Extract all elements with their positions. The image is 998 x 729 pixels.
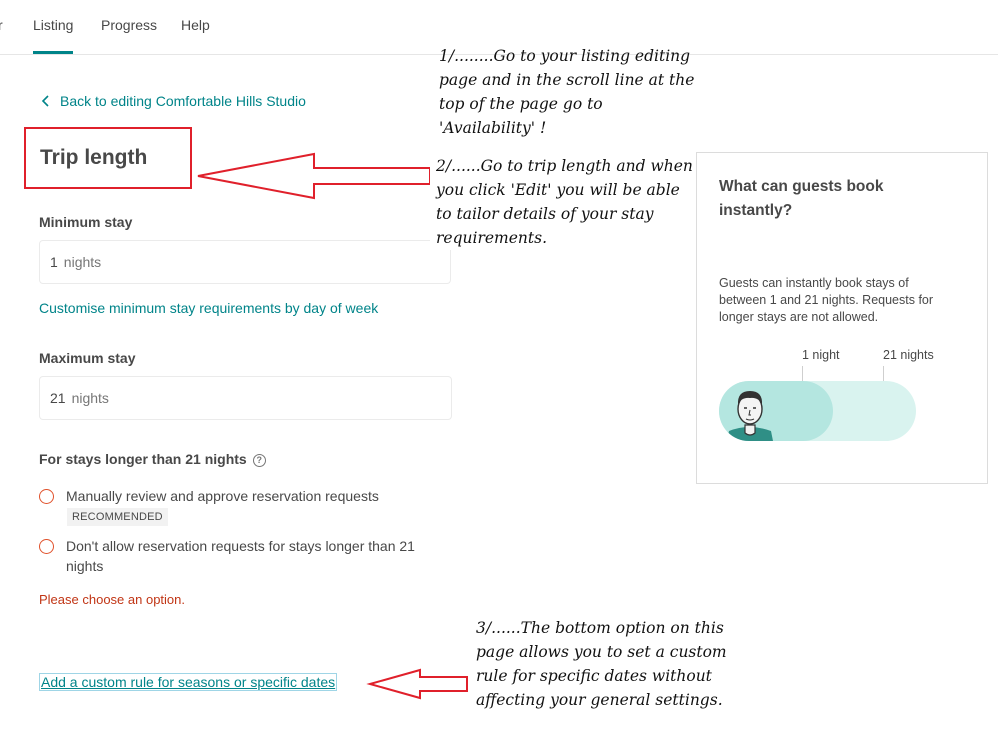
maximum-stay-value: 21 — [50, 390, 66, 406]
annotation-arrow-custom-rule — [366, 668, 468, 700]
option-manual-review-label: Manually review and approve reservation … — [66, 488, 379, 504]
minimum-stay-label: Minimum stay — [39, 214, 133, 230]
recommended-badge: RECOMMENDED — [67, 508, 168, 526]
option-dont-allow-label: Don't allow reservation requests for sta… — [66, 538, 415, 574]
maximum-stay-unit: nights — [71, 390, 109, 406]
max-tick — [883, 366, 884, 382]
min-nights-label: 1 night — [802, 348, 840, 362]
annotation-step-1: 1/........Go to your listing editing pag… — [439, 47, 695, 137]
radio-dont-allow[interactable] — [39, 539, 54, 554]
card-body: Guests can instantly book stays of betwe… — [719, 276, 934, 324]
annotation-arrow-trip-length — [197, 152, 431, 200]
min-tick — [802, 366, 803, 382]
stay-range-fill — [719, 381, 833, 441]
customise-min-stay-link[interactable]: Customise minimum stay requirements by d… — [39, 300, 378, 316]
longer-stays-label: For stays longer than 21 nights — [39, 451, 247, 467]
minimum-stay-unit: nights — [63, 254, 102, 270]
card-title: What can guests book instantly? — [719, 178, 884, 219]
annotation-step-3: 3/......The bottom option on this page a… — [476, 619, 727, 709]
radio-manual-review[interactable] — [39, 489, 54, 504]
annotation-step-2: 2/......Go to trip length and when you c… — [430, 154, 698, 250]
validation-error: Please choose an option. — [39, 592, 185, 607]
longer-stays-heading: For stays longer than 21 nights? — [39, 451, 266, 467]
maximum-stay-label: Maximum stay — [39, 350, 136, 366]
maximum-stay-input[interactable]: 21 nights — [39, 376, 452, 420]
max-nights-label: 21 nights — [883, 348, 934, 362]
instant-book-info-card: What can guests book instantly? Guests c… — [696, 152, 988, 484]
minimum-stay-value: 1 — [50, 254, 58, 270]
guest-avatar-illustration — [727, 391, 773, 441]
add-custom-rule-link[interactable]: Add a custom rule for seasons or specifi… — [39, 673, 338, 691]
minimum-stay-input[interactable]: 1 nights — [39, 240, 451, 284]
help-icon[interactable]: ? — [252, 453, 266, 467]
